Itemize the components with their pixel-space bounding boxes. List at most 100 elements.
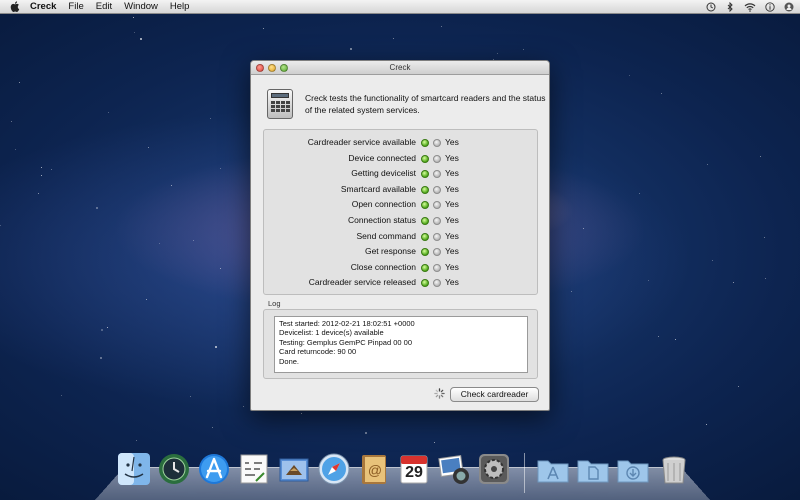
star (99, 357, 102, 360)
status-led-on-icon (421, 185, 429, 194)
menu-help[interactable]: Help (170, 1, 190, 12)
menu-file[interactable]: File (68, 1, 83, 12)
status-value: Yes (445, 246, 459, 257)
applications-folder-icon[interactable] (535, 451, 571, 487)
star (657, 335, 659, 337)
menu-edit[interactable]: Edit (96, 1, 112, 12)
app-store-icon[interactable] (196, 451, 232, 487)
status-row: Open connection Yes (264, 197, 539, 213)
status-led-on-icon (421, 248, 429, 257)
star (219, 267, 221, 269)
star (393, 38, 395, 40)
menu-window[interactable]: Window (124, 1, 158, 12)
time-machine-icon[interactable] (156, 451, 192, 487)
star (10, 121, 12, 123)
zoom-button[interactable] (280, 64, 288, 72)
status-label: Close connection (350, 261, 416, 272)
creck-window: Creck Creck tests the functionality of s… (250, 60, 550, 411)
star (171, 185, 173, 187)
check-cardreader-button[interactable]: Check cardreader (450, 387, 539, 402)
status-led-on-icon (421, 232, 429, 241)
star (243, 406, 245, 408)
system-preferences-icon[interactable] (476, 451, 512, 487)
log-line: Done. (279, 356, 300, 366)
status-row: Cardreader service released Yes (264, 275, 539, 291)
star (40, 167, 42, 169)
star (660, 92, 662, 94)
status-row: Send command Yes (264, 229, 539, 245)
star (765, 277, 767, 279)
status-label: Send command (356, 230, 416, 241)
star (0, 225, 2, 227)
status-led-off-icon (433, 185, 441, 194)
ical-icon[interactable]: 29 (396, 451, 432, 487)
status-value: Yes (445, 137, 459, 147)
grapher-icon[interactable] (236, 451, 272, 487)
status-row: Get response Yes (264, 244, 539, 260)
safari-icon[interactable] (316, 451, 352, 487)
info-icon[interactable] (765, 2, 775, 12)
status-led-off-icon (433, 248, 441, 257)
window-titlebar[interactable]: Creck (251, 61, 549, 75)
status-row: Smartcard available Yes (264, 182, 539, 198)
time-machine-icon[interactable] (706, 2, 716, 12)
status-value: Yes (445, 183, 459, 194)
photo-booth-icon[interactable] (436, 451, 472, 487)
status-label: Cardreader service released (308, 277, 416, 288)
status-label: Device connected (348, 152, 416, 163)
status-led-off-icon (433, 201, 441, 210)
status-led-off-icon (433, 139, 441, 147)
star (675, 338, 677, 340)
status-label: Open connection (351, 199, 416, 210)
trash-icon[interactable] (656, 451, 692, 487)
star (737, 385, 739, 387)
wifi-icon[interactable] (744, 2, 756, 12)
star (219, 167, 221, 169)
log-line: Test started: 2012-02-21 18:02:51 +0000 (279, 319, 415, 328)
star (19, 82, 21, 84)
status-led-off-icon (433, 279, 441, 288)
status-row: Connection status Yes (264, 213, 539, 229)
star (638, 193, 640, 195)
log-line: Testing: Gemplus GemPC Pinpad 00 00 (279, 337, 412, 347)
status-label: Getting devicelist (351, 168, 416, 179)
mail-icon[interactable] (276, 451, 312, 487)
status-led-off-icon (433, 232, 441, 241)
menu-bar: Creck File Edit Window Help (0, 0, 800, 14)
star (441, 26, 443, 28)
finder-icon[interactable] (116, 451, 152, 487)
star (133, 17, 135, 19)
star (148, 146, 150, 148)
downloads-folder-icon[interactable] (615, 451, 651, 487)
apple-menu-icon[interactable] (10, 1, 20, 12)
star (146, 298, 148, 300)
status-label: Get response (364, 246, 416, 257)
svg-text:@: @ (368, 462, 382, 478)
star (705, 423, 707, 425)
documents-folder-icon[interactable] (575, 451, 611, 487)
star (189, 396, 191, 398)
star (134, 32, 136, 34)
star (760, 155, 762, 157)
status-row: Getting devicelist Yes (264, 166, 539, 182)
status-led-off-icon (433, 263, 441, 272)
star (523, 48, 525, 50)
status-label: Cardreader service available (307, 137, 416, 147)
status-value: Yes (445, 261, 459, 272)
minimize-button[interactable] (268, 64, 276, 72)
close-button[interactable] (256, 64, 264, 72)
bluetooth-icon[interactable] (725, 2, 735, 12)
star (732, 282, 734, 284)
log-line: Devicelist: 1 device(s) available (279, 328, 384, 338)
star (96, 207, 99, 210)
star (215, 345, 218, 348)
log-textarea[interactable]: Test started: 2012-02-21 18:02:51 +0000 … (274, 316, 528, 373)
star (51, 168, 53, 170)
star (570, 290, 572, 292)
fast-user-switch-icon[interactable] (784, 2, 794, 12)
address-book-icon[interactable]: @ (356, 451, 392, 487)
menu-app-name[interactable]: Creck (30, 1, 56, 12)
star (212, 427, 214, 429)
star (364, 431, 367, 434)
star (648, 280, 650, 282)
